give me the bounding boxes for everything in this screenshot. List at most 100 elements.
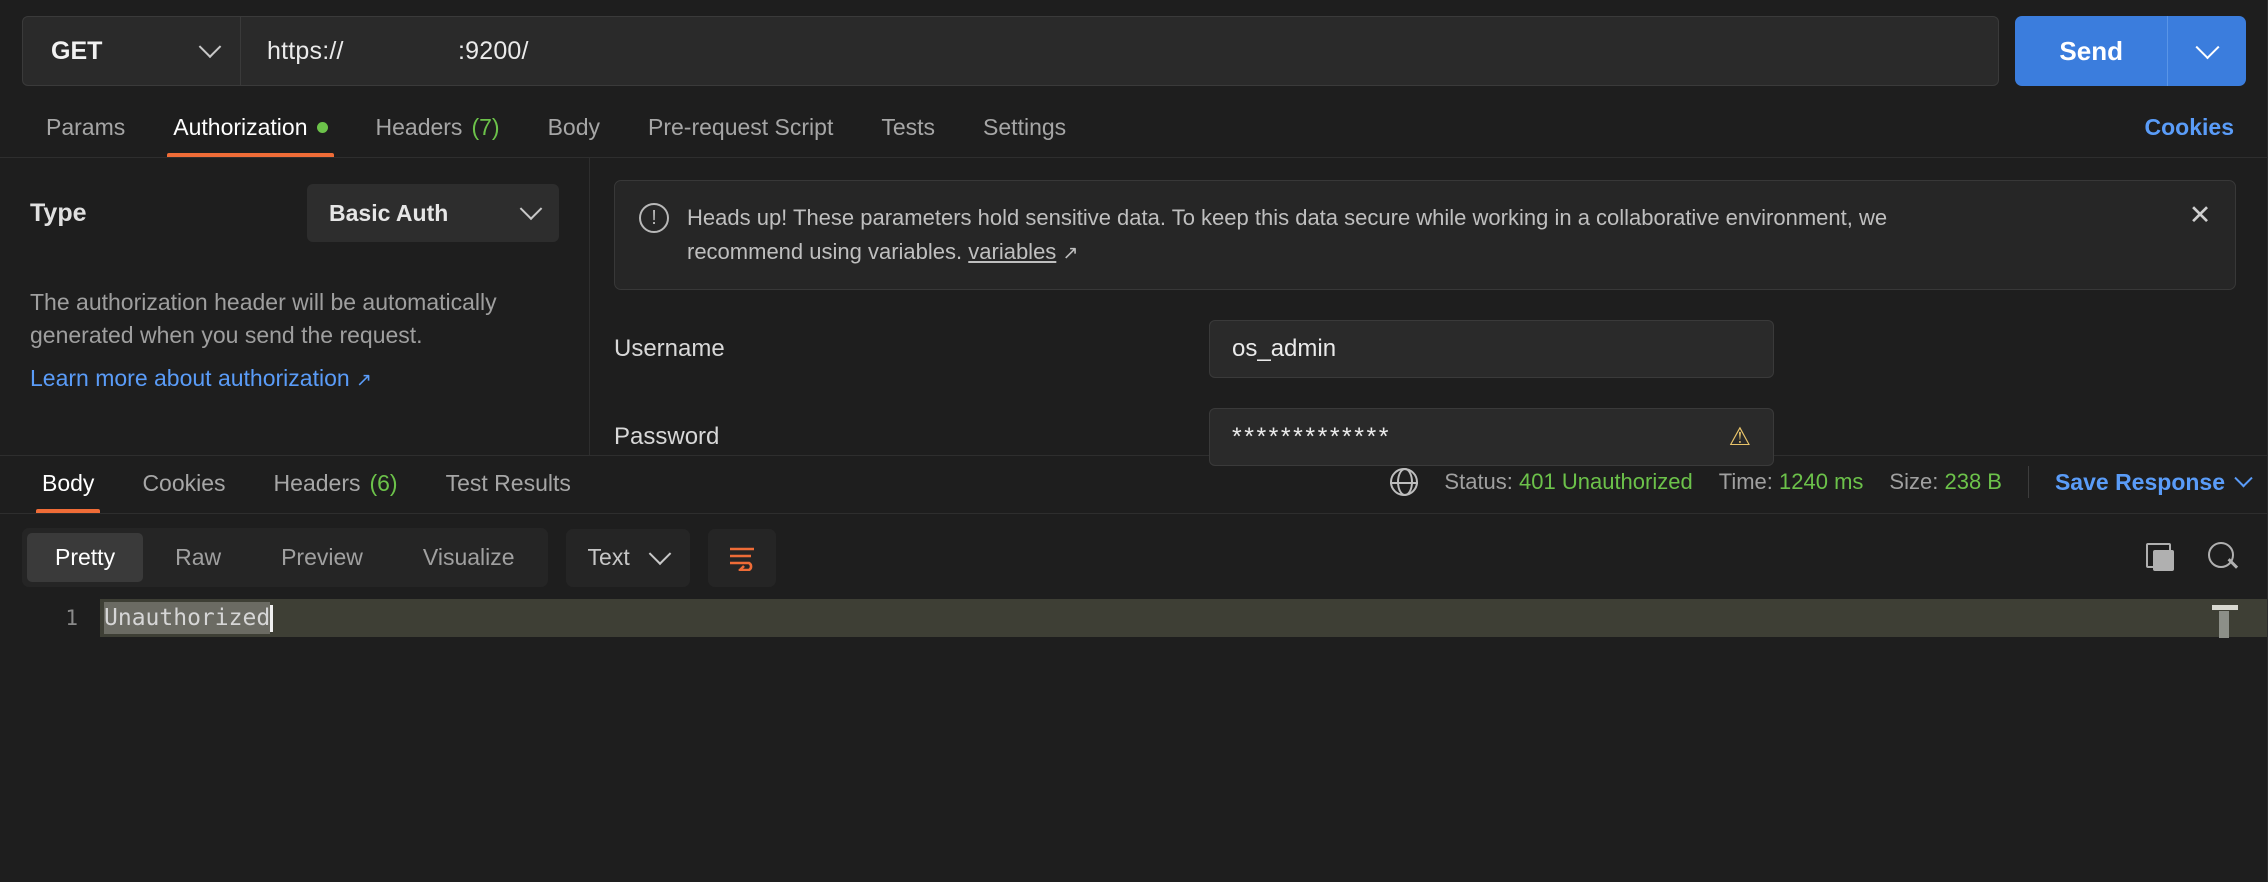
globe-icon <box>1390 468 1419 496</box>
view-mode-raw[interactable]: Raw <box>147 533 249 582</box>
tab-label: Cookies <box>142 470 226 496</box>
save-response-button[interactable]: Save Response <box>2054 468 2253 496</box>
authorization-panel: Type Basic Auth The authorization header… <box>0 158 2268 467</box>
tab-label: Test Results <box>445 470 571 496</box>
word-wrap-icon <box>729 547 754 571</box>
tab-headers[interactable]: Headers (7) <box>352 114 524 157</box>
warning-triangle-icon[interactable]: ⚠ <box>1729 422 1751 452</box>
divider <box>2027 466 2029 498</box>
auth-fields-column: ! Heads up! These parameters hold sensit… <box>590 158 2268 467</box>
format-value: Text <box>587 544 630 570</box>
tab-label: Tests <box>881 114 936 140</box>
info-circle-icon: ! <box>639 203 669 233</box>
external-link-icon: ↗ <box>356 369 372 391</box>
chevron-down-icon <box>198 35 222 59</box>
tab-label: Params <box>46 114 126 140</box>
view-mode-preview[interactable]: Preview <box>253 533 391 582</box>
response-meta: Status: 401 Unauthorized Time: 1240 ms S… <box>1390 466 2253 498</box>
username-row: Username os_admin <box>614 320 2236 379</box>
time-value: 1240 ms <box>1779 469 1864 494</box>
minimap-thumb[interactable] <box>2219 611 2229 638</box>
chevron-down-icon <box>2234 468 2253 487</box>
tab-params[interactable]: Params <box>22 114 149 157</box>
copy-icon[interactable] <box>2146 542 2176 573</box>
tab-label: Pre-request Script <box>648 114 834 140</box>
auth-type-value: Basic Auth <box>329 199 449 226</box>
status-value: 401 Unauthorized <box>1519 469 1693 494</box>
search-icon[interactable] <box>2208 541 2240 574</box>
status-label: Status: <box>1444 469 1513 494</box>
word-wrap-button[interactable] <box>707 528 776 587</box>
response-tab-test-results[interactable]: Test Results <box>422 470 595 513</box>
body-actions <box>2146 541 2240 574</box>
close-icon[interactable]: ✕ <box>2185 201 2215 231</box>
tab-pre-request-script[interactable]: Pre-request Script <box>624 114 857 157</box>
line-number: 1 <box>0 599 100 637</box>
tab-label: Headers <box>375 114 463 140</box>
tab-authorization[interactable]: Authorization <box>149 114 351 157</box>
size-group: Size: 238 B <box>1889 469 2002 495</box>
tab-settings[interactable]: Settings <box>959 114 1090 157</box>
send-options-button[interactable] <box>2168 16 2246 86</box>
chevron-down-icon <box>519 197 543 221</box>
http-method-value: GET <box>51 36 103 65</box>
learn-more-label: Learn more about authorization <box>30 364 350 391</box>
tab-badge: (7) <box>471 114 500 140</box>
http-method-select[interactable]: GET <box>23 17 241 85</box>
response-tab-cookies[interactable]: Cookies <box>118 470 249 513</box>
tab-label: Settings <box>983 114 1067 140</box>
url-bar: GET https:// :9200/ Send <box>0 0 2268 100</box>
size-label: Size: <box>1889 469 1939 494</box>
banner-text: Heads up! These parameters hold sensitiv… <box>687 201 1947 269</box>
text-cursor <box>270 604 274 632</box>
response-body-toolbar: Pretty Raw Preview Visualize Text <box>0 514 2268 599</box>
format-select[interactable]: Text <box>565 528 690 587</box>
auth-type-select[interactable]: Basic Auth <box>307 184 559 242</box>
tab-label: Body <box>42 470 95 496</box>
response-tab-body[interactable]: Body <box>18 470 118 513</box>
auth-type-column: Type Basic Auth The authorization header… <box>0 158 590 455</box>
sensitive-data-banner: ! Heads up! These parameters hold sensit… <box>614 180 2236 291</box>
send-group: Send <box>2015 16 2246 86</box>
password-value: ************* <box>1232 422 1391 451</box>
auth-description: The authorization header will be automat… <box>30 289 497 349</box>
editor-minimap[interactable] <box>2212 605 2242 639</box>
response-tab-headers[interactable]: Headers (6) <box>250 470 422 513</box>
tab-body[interactable]: Body <box>524 114 624 157</box>
postman-request-window: GET https:// :9200/ Send Params Authoriz… <box>0 0 2268 882</box>
learn-more-link[interactable]: Learn more about authorization ↗ <box>30 365 559 392</box>
url-input[interactable]: https:// :9200/ <box>241 17 1998 85</box>
status-group: Status: 401 Unauthorized <box>1444 469 1692 495</box>
cookies-link[interactable]: Cookies <box>2145 114 2234 141</box>
banner-message: Heads up! These parameters hold sensitiv… <box>687 205 1888 265</box>
username-input[interactable]: os_admin <box>1209 320 1774 379</box>
response-tabs: Body Cookies Headers (6) Test Results St… <box>0 456 2268 514</box>
save-response-label: Save Response <box>2054 468 2225 495</box>
view-mode-visualize[interactable]: Visualize <box>395 533 543 582</box>
auth-type-label: Type <box>30 198 87 227</box>
url-input-group: GET https:// :9200/ <box>22 16 2000 86</box>
external-link-icon: ↗ <box>1062 243 1079 265</box>
variables-link[interactable]: variables <box>968 239 1056 264</box>
chevron-down-icon <box>2194 34 2220 59</box>
chevron-down-icon <box>648 541 672 565</box>
username-label: Username <box>614 335 725 363</box>
modified-dot-icon <box>316 122 328 133</box>
time-group: Time: 1240 ms <box>1719 469 1864 495</box>
response-body-editor[interactable]: 1 Unauthorized <box>0 599 2268 751</box>
view-mode-pretty[interactable]: Pretty <box>27 533 144 582</box>
tab-tests[interactable]: Tests <box>857 114 959 157</box>
tab-label: Body <box>547 114 600 140</box>
size-value: 238 B <box>1944 469 2002 494</box>
code-line-text[interactable]: Unauthorized <box>100 601 274 634</box>
tab-badge: (6) <box>369 470 398 496</box>
tab-label: Headers <box>273 470 361 496</box>
code-line[interactable]: 1 Unauthorized <box>0 599 2268 637</box>
minimap-line <box>2212 605 2238 610</box>
selected-text: Unauthorized <box>104 601 271 634</box>
view-mode-group: Pretty Raw Preview Visualize <box>22 528 548 587</box>
auth-type-row: Type Basic Auth <box>30 184 559 242</box>
send-button[interactable]: Send <box>2015 16 2168 86</box>
password-label: Password <box>614 423 720 451</box>
time-label: Time: <box>1718 469 1773 494</box>
